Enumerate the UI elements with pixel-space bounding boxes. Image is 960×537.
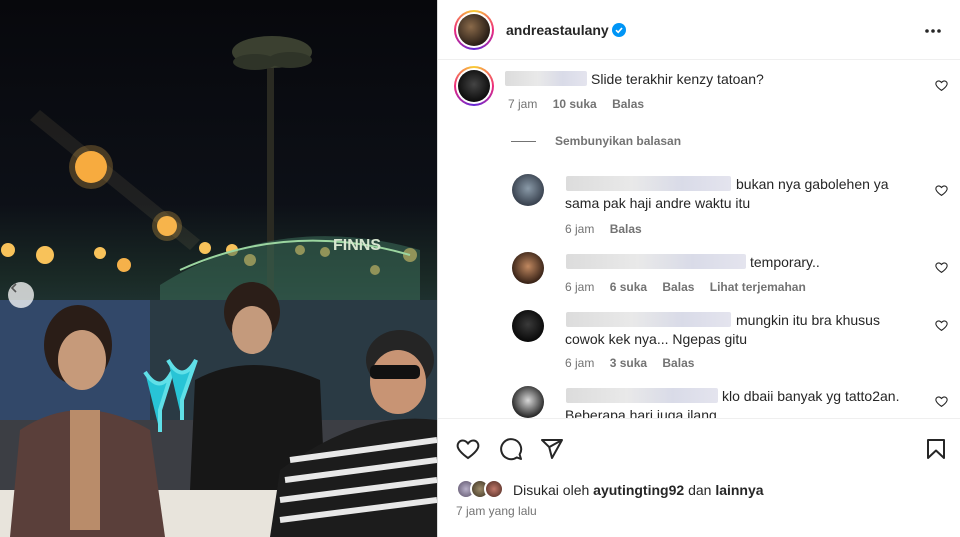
reply-button[interactable]: Balas <box>612 97 644 111</box>
post-timestamp: 7 jam yang lalu <box>456 504 537 518</box>
hide-replies-button[interactable]: Sembunyikan balasan <box>555 134 681 148</box>
post-photo: FINNS <box>0 0 437 537</box>
send-icon[interactable] <box>540 437 564 461</box>
reply-item: temporary.. 6 jam 6 suka Balas Lihat ter… <box>438 250 960 300</box>
heart-icon[interactable] <box>935 79 948 92</box>
comments-list: Slide terakhir kenzy tatoan? 7 jam 10 su… <box>438 60 960 418</box>
blurred-username <box>566 312 731 327</box>
bookmark-icon[interactable] <box>924 437 948 461</box>
reply-time: 6 jam <box>565 222 595 236</box>
reply-text: bukan nya gabolehen ya <box>736 176 889 192</box>
heart-icon[interactable] <box>456 437 480 461</box>
liked-by-avatars[interactable] <box>456 479 512 499</box>
reply-item: bukan nya gabolehen ya sama pak haji and… <box>438 168 960 238</box>
hide-replies-line <box>511 141 536 142</box>
liked-by-connector: dan <box>688 482 712 498</box>
comment-item: Slide terakhir kenzy tatoan? 7 jam 10 su… <box>438 60 960 120</box>
more-horizontal-icon[interactable] <box>923 21 943 41</box>
liked-by-prefix: Disukai oleh <box>513 482 590 498</box>
reply-item: mungkin itu bra khusus cowok kek nya... … <box>438 308 960 378</box>
author-username[interactable]: andreastaulany <box>506 22 609 38</box>
comment-likes[interactable]: 10 suka <box>553 97 597 111</box>
verified-badge-icon <box>612 23 626 37</box>
author-avatar[interactable] <box>454 10 494 50</box>
reply-time: 6 jam <box>565 280 595 294</box>
reply-likes[interactable]: 6 suka <box>610 280 647 294</box>
commenter-avatar[interactable] <box>512 252 544 284</box>
commenter-avatar[interactable] <box>512 174 544 206</box>
reply-text-continued: cowok kek nya... Ngepas gitu <box>565 331 748 347</box>
blurred-username <box>566 176 731 191</box>
post-actions: Disukai oleh ayutingting92 dan lainnya 7… <box>438 418 960 537</box>
post-sidebar: andreastaulany Slide terakhir kenzy tato… <box>437 0 960 537</box>
carousel-prev-button[interactable] <box>8 282 34 308</box>
liked-by-others[interactable]: lainnya <box>715 482 763 498</box>
comment-text: Slide terakhir kenzy tatoan? <box>591 71 764 87</box>
photo-scene: FINNS <box>0 36 437 537</box>
reply-text: mungkin itu bra khusus <box>736 312 880 328</box>
commenter-avatar[interactable] <box>454 66 494 106</box>
blurred-username <box>505 71 587 86</box>
heart-icon[interactable] <box>935 184 948 197</box>
reply-button[interactable]: Balas <box>662 356 694 370</box>
reply-time: 6 jam <box>565 356 595 370</box>
commenter-avatar[interactable] <box>512 386 544 418</box>
reply-item: klo dbaii banyak yg tatto2an. Beberapa h… <box>438 384 960 418</box>
heart-icon[interactable] <box>935 319 948 332</box>
blurred-username <box>566 388 718 403</box>
reply-likes[interactable]: 3 suka <box>610 356 647 370</box>
comment-meta: 7 jam 10 suka Balas <box>508 97 656 111</box>
reply-text: klo dbaii banyak yg tatto2an. <box>722 388 900 404</box>
liked-by-user[interactable]: ayutingting92 <box>593 482 684 498</box>
commenter-avatar[interactable] <box>512 310 544 342</box>
blurred-username <box>566 254 746 269</box>
reply-text-continued: sama pak haji andre waktu itu <box>565 195 751 211</box>
post-header: andreastaulany <box>438 0 960 60</box>
venue-sign: FINNS <box>333 237 381 254</box>
translate-link[interactable]: Lihat terjemahan <box>710 280 806 294</box>
reply-meta: 6 jam 3 suka Balas <box>565 356 706 370</box>
reply-button[interactable]: Balas <box>610 222 642 236</box>
comment-time: 7 jam <box>508 97 538 111</box>
reply-meta: 6 jam Balas <box>565 222 654 236</box>
reply-text-continued: Beberapa hari juga ilang <box>565 407 717 418</box>
reply-button[interactable]: Balas <box>662 280 694 294</box>
liked-by-text: Disukai oleh ayutingting92 dan lainnya <box>513 482 764 498</box>
comment-icon[interactable] <box>499 437 523 461</box>
chevron-left-icon <box>10 283 17 293</box>
heart-icon[interactable] <box>935 395 948 408</box>
reply-meta: 6 jam 6 suka Balas Lihat terjemahan <box>565 280 818 294</box>
reply-text: temporary.. <box>750 254 820 270</box>
heart-icon[interactable] <box>935 261 948 274</box>
